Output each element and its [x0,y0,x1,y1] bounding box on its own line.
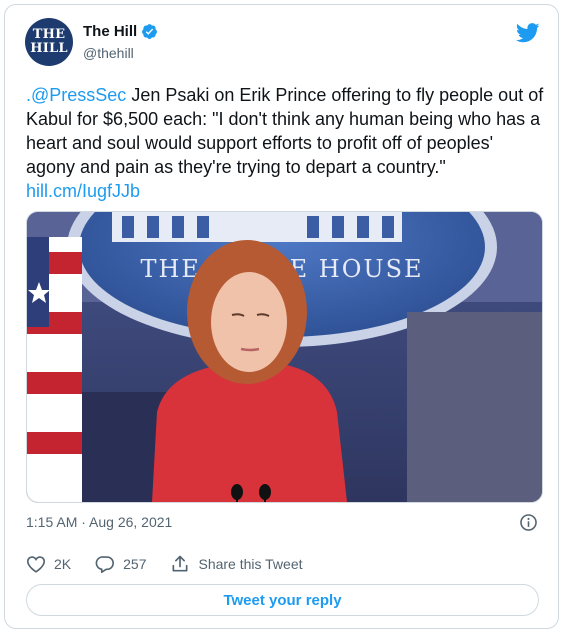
share-label: Share this Tweet [198,556,303,572]
heart-icon [26,555,46,573]
reply-icon [95,555,115,573]
tweet-url-link[interactable]: hill.cm/IugfJJb [26,181,140,201]
tweet-timestamp[interactable]: 1:15 AM · Aug 26, 2021 [26,514,172,530]
twitter-bird-icon[interactable] [515,22,540,49]
tweet-your-reply-button[interactable]: Tweet your reply [26,584,539,616]
author-handle[interactable]: @thehill [83,45,134,61]
info-icon[interactable] [519,513,538,537]
author-name-row[interactable]: The Hill [83,23,158,40]
avatar-text-top: THE [32,27,66,42]
avatar-text-bottom: HILL [30,41,68,56]
verified-badge-icon [141,23,158,40]
tweet-text: .@PressSec Jen Psaki on Erik Prince offe… [26,83,546,203]
share-icon [170,554,190,574]
reply-action[interactable]: 257 [95,555,146,573]
embedded-tweet-card: THE HILL The Hill @thehill .@PressSec Je… [4,4,559,629]
author-avatar[interactable]: THE HILL [25,18,73,66]
author-display-name[interactable]: The Hill [83,23,137,40]
press-briefing-photo: THE WHITE HOUSE [27,212,542,502]
mention-link[interactable]: .@PressSec [26,85,126,105]
reply-count: 257 [123,556,147,572]
tweet-actions: 2K 257 Share this Tweet [26,554,327,574]
tweet-media-image[interactable]: THE WHITE HOUSE [26,211,543,503]
like-count: 2K [54,556,72,572]
like-action[interactable]: 2K [26,555,71,573]
share-action[interactable]: Share this Tweet [170,554,303,574]
